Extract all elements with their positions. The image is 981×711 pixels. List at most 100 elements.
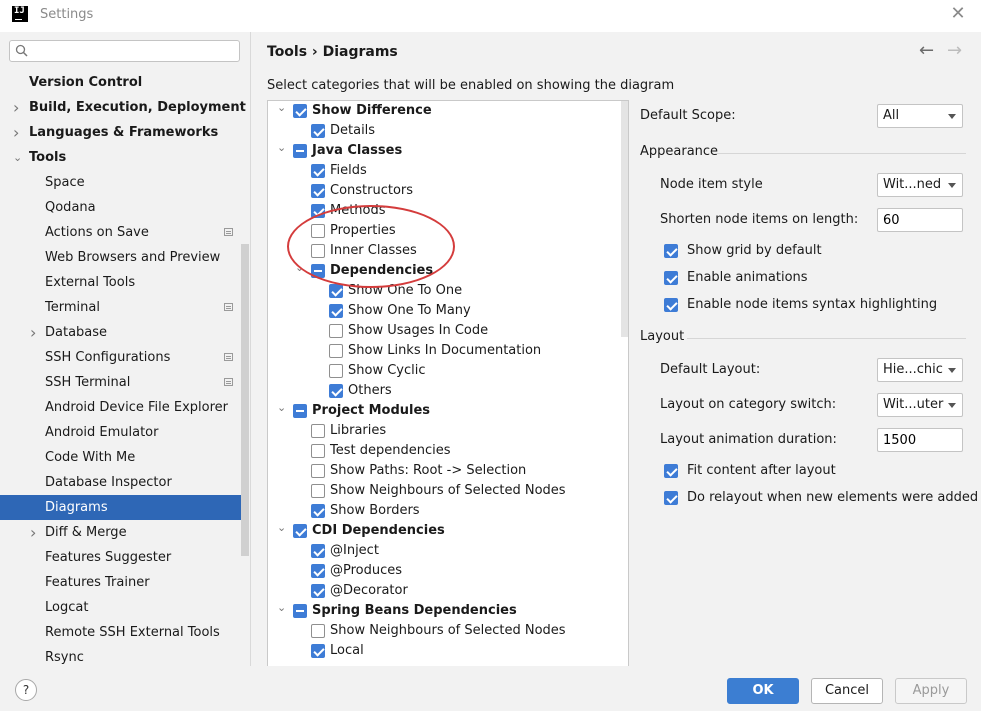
- tree-row[interactable]: Show Borders: [268, 501, 618, 521]
- tree-row[interactable]: Libraries: [268, 421, 618, 441]
- sidebar-item[interactable]: Version Control: [0, 70, 242, 95]
- sidebar-item[interactable]: Web Browsers and Preview: [0, 245, 242, 270]
- default-layout-select[interactable]: Hie...chic: [877, 358, 963, 382]
- tree-row[interactable]: Show Neighbours of Selected Nodes: [268, 621, 618, 641]
- checkbox-checked[interactable]: [311, 504, 325, 518]
- chevron-right-icon[interactable]: ›: [13, 120, 23, 145]
- tree-row[interactable]: Show Links In Documentation: [268, 341, 618, 361]
- sidebar-item[interactable]: Logcat: [0, 595, 242, 620]
- sidebar-item[interactable]: › Database: [0, 320, 242, 345]
- cancel-button[interactable]: Cancel: [811, 678, 883, 704]
- tree-row[interactable]: ⌄ Show Difference: [268, 101, 618, 121]
- category-switch-select[interactable]: Wit...uter: [877, 393, 963, 417]
- sidebar-item[interactable]: Remote SSH External Tools: [0, 620, 242, 645]
- checkbox-unchecked[interactable]: [329, 364, 343, 378]
- sidebar-item[interactable]: Code With Me: [0, 445, 242, 470]
- sidebar-item[interactable]: › Diff & Merge: [0, 520, 242, 545]
- tree-row[interactable]: Show Cyclic: [268, 361, 618, 381]
- chevron-right-icon[interactable]: ›: [30, 520, 40, 545]
- checkbox-unchecked[interactable]: [311, 624, 325, 638]
- tree-row[interactable]: Show Paths: Root -> Selection: [268, 461, 618, 481]
- checkbox-checked[interactable]: [664, 244, 678, 258]
- tree-row[interactable]: Properties: [268, 221, 618, 241]
- checkbox-checked[interactable]: [293, 524, 307, 538]
- checkbox-checked[interactable]: [293, 104, 307, 118]
- sidebar-item[interactable]: Terminal: [0, 295, 242, 320]
- checkbox-unchecked[interactable]: [329, 324, 343, 338]
- sidebar-item[interactable]: › Languages & Frameworks: [0, 120, 242, 145]
- checkbox-unchecked[interactable]: [311, 464, 325, 478]
- tree-row[interactable]: Show One To Many: [268, 301, 618, 321]
- sidebar-item[interactable]: ⌄ Tools: [0, 145, 242, 170]
- tree-row[interactable]: @Produces: [268, 561, 618, 581]
- checkbox-unchecked[interactable]: [311, 444, 325, 458]
- sidebar-item[interactable]: Qodana: [0, 195, 242, 220]
- default-scope-select[interactable]: All: [877, 104, 963, 128]
- chevron-down-icon[interactable]: ⌄: [277, 398, 287, 418]
- close-icon[interactable]: ✕: [949, 5, 967, 23]
- tree-row[interactable]: ⌄ Java Classes: [268, 141, 618, 161]
- checkbox-unchecked[interactable]: [311, 424, 325, 438]
- sidebar-item[interactable]: Database Inspector: [0, 470, 242, 495]
- chevron-down-icon[interactable]: ⌄: [277, 138, 287, 158]
- checkbox-checked[interactable]: [329, 304, 343, 318]
- tree-row[interactable]: ⌄ Spring Beans Dependencies: [268, 601, 618, 621]
- sidebar-item[interactable]: SSH Configurations: [0, 345, 242, 370]
- checkbox-partial[interactable]: [311, 264, 325, 278]
- apply-button[interactable]: Apply: [895, 678, 967, 704]
- sidebar-item[interactable]: Features Suggester: [0, 545, 242, 570]
- animation-duration-field[interactable]: [877, 428, 963, 452]
- checkbox-checked[interactable]: [311, 644, 325, 658]
- sidebar-item[interactable]: Diagrams: [0, 495, 242, 520]
- checkbox-unchecked[interactable]: [311, 224, 325, 238]
- sidebar-item[interactable]: SSH Terminal: [0, 370, 242, 395]
- back-arrow-icon[interactable]: ←: [919, 40, 934, 61]
- search-input[interactable]: [34, 43, 238, 61]
- checkbox-checked[interactable]: [664, 491, 678, 505]
- sidebar-item[interactable]: Features Trainer: [0, 570, 242, 595]
- checkbox-checked[interactable]: [329, 284, 343, 298]
- checkbox-checked[interactable]: [311, 564, 325, 578]
- checkbox-unchecked[interactable]: [311, 484, 325, 498]
- chevron-right-icon[interactable]: ›: [13, 95, 23, 120]
- checkbox-checked[interactable]: [664, 271, 678, 285]
- tree-row[interactable]: Constructors: [268, 181, 618, 201]
- tree-row[interactable]: @Decorator: [268, 581, 618, 601]
- tree-scrollbar[interactable]: [621, 101, 628, 337]
- tree-row[interactable]: ⌄ CDI Dependencies: [268, 521, 618, 541]
- tree-row[interactable]: Test dependencies: [268, 441, 618, 461]
- checkbox-checked[interactable]: [664, 464, 678, 478]
- chevron-down-icon[interactable]: ⌄: [13, 145, 23, 170]
- checkbox-checked[interactable]: [311, 584, 325, 598]
- help-icon[interactable]: ?: [15, 679, 37, 701]
- sidebar-scrollbar[interactable]: [241, 244, 249, 556]
- sidebar-item[interactable]: Space: [0, 170, 242, 195]
- tree-row[interactable]: ⌄ Dependencies: [268, 261, 618, 281]
- checkbox-partial[interactable]: [293, 144, 307, 158]
- checkbox-partial[interactable]: [293, 604, 307, 618]
- sidebar-item[interactable]: › Build, Execution, Deployment: [0, 95, 246, 120]
- checkbox-unchecked[interactable]: [311, 244, 325, 258]
- forward-arrow-icon[interactable]: →: [947, 40, 962, 61]
- sidebar-item[interactable]: Android Emulator: [0, 420, 242, 445]
- chevron-down-icon[interactable]: ⌄: [295, 258, 305, 278]
- shorten-length-field[interactable]: [877, 208, 963, 232]
- checkbox-checked[interactable]: [329, 384, 343, 398]
- checkbox-checked[interactable]: [311, 184, 325, 198]
- checkbox-checked[interactable]: [311, 544, 325, 558]
- tree-row[interactable]: Fields: [268, 161, 618, 181]
- tree-row[interactable]: Local: [268, 641, 618, 661]
- tree-row[interactable]: Others: [268, 381, 618, 401]
- checkbox-unchecked[interactable]: [329, 344, 343, 358]
- tree-row[interactable]: Show Neighbours of Selected Nodes: [268, 481, 618, 501]
- checkbox-checked[interactable]: [311, 204, 325, 218]
- sidebar-item[interactable]: Actions on Save: [0, 220, 242, 245]
- tree-row[interactable]: Inner Classes: [268, 241, 618, 261]
- chevron-down-icon[interactable]: ⌄: [277, 518, 287, 538]
- sidebar-item[interactable]: Rsync: [0, 645, 242, 666]
- chevron-down-icon[interactable]: ⌄: [277, 101, 287, 118]
- tree-row[interactable]: Show One To One: [268, 281, 618, 301]
- ok-button[interactable]: OK: [727, 678, 799, 704]
- chevron-right-icon[interactable]: ›: [30, 320, 40, 345]
- tree-row[interactable]: Methods: [268, 201, 618, 221]
